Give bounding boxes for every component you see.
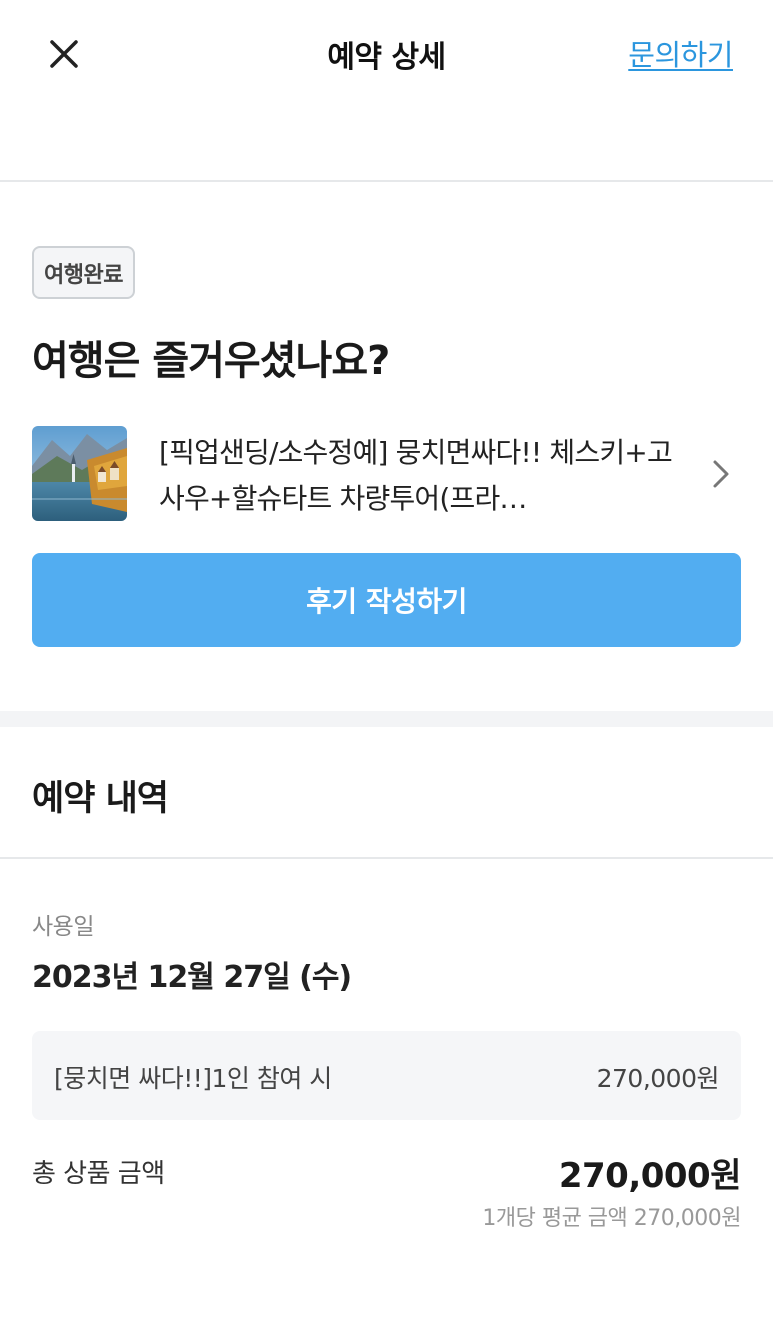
product-thumbnail <box>32 426 127 521</box>
use-date-label: 사용일 <box>32 914 94 940</box>
total-price-label: 총 상품 금액 <box>32 1159 165 1189</box>
section-divider <box>0 857 773 859</box>
header-divider <box>0 180 773 182</box>
product-title: [픽업샌딩/소수정예] 뭉치면싸다!! 체스키+고사우+할슈타트 차량투어(프라… <box>159 436 673 515</box>
option-name: [뭉치면 싸다!!]1인 참여 시 <box>54 1064 332 1093</box>
top-header: 예약 상세 문의하기 <box>0 0 773 104</box>
status-headline: 여행은 즐거우셨나요? <box>32 338 390 384</box>
write-review-button[interactable]: 후기 작성하기 <box>32 553 741 647</box>
chevron-right-icon <box>713 460 729 488</box>
reservation-section-title: 예약 내역 <box>32 779 169 819</box>
inquiry-link[interactable]: 문의하기 <box>628 32 733 74</box>
use-date-value: 2023년 12월 27일 (수) <box>32 960 352 995</box>
product-link[interactable]: [픽업샌딩/소수정예] 뭉치면싸다!! 체스키+고사우+할슈타트 차량투어(프라… <box>32 426 741 522</box>
total-price-value: 270,000원 <box>558 1156 742 1196</box>
reservation-detail-page: 예약 상세 문의하기 여행완료 여행은 즐거우셨나요? [픽업샌딩/소수정예] … <box>0 0 773 1324</box>
option-item: [뭉치면 싸다!!]1인 참여 시 270,000원 <box>32 1031 741 1120</box>
status-badge: 여행완료 <box>32 246 135 299</box>
section-separator <box>0 711 773 727</box>
option-price: 270,000원 <box>596 1064 720 1093</box>
average-price: 1개당 평균 금액 270,000원 <box>482 1206 741 1231</box>
